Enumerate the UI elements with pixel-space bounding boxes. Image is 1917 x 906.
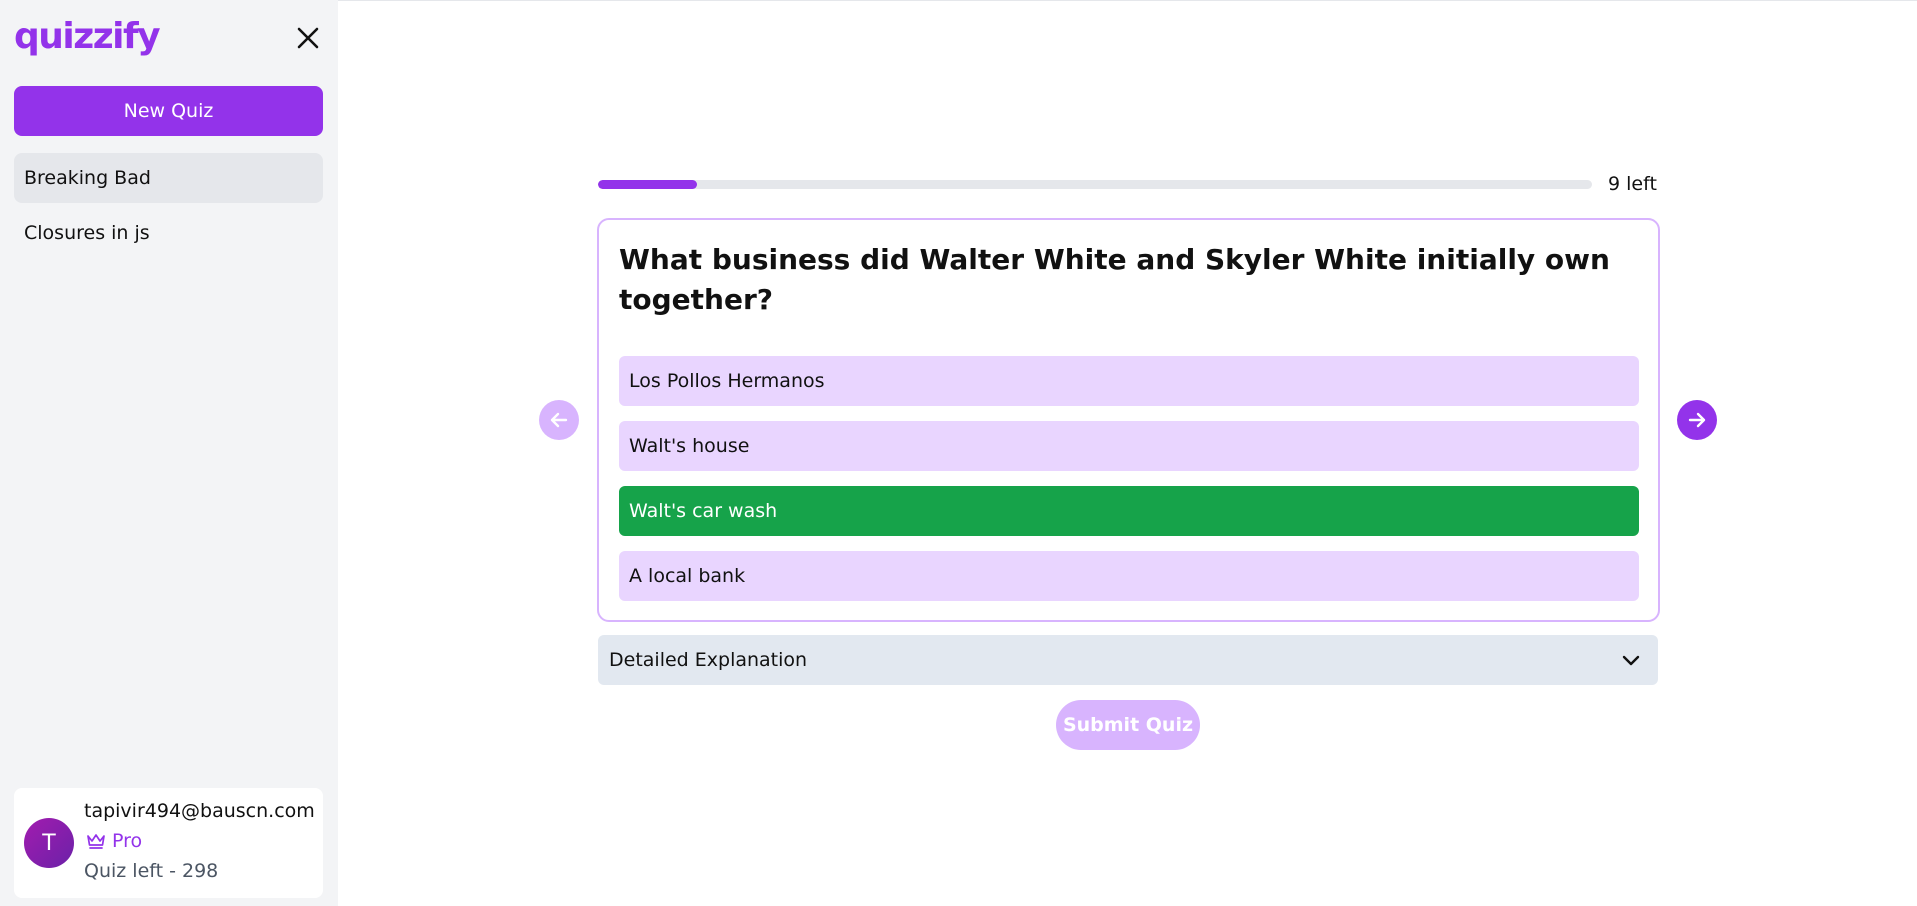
quiz-left-count: Quiz left - 298	[84, 860, 219, 882]
submit-quiz-button[interactable]: Submit Quiz	[1056, 700, 1200, 750]
sidebar-item-breaking-bad[interactable]: Breaking Bad	[14, 153, 323, 203]
sidebar-item-label: Breaking Bad	[24, 167, 151, 189]
sidebar: quizzify New Quiz Breaking Bad Closures …	[0, 0, 338, 906]
sidebar-item-label: Closures in js	[24, 222, 150, 244]
answer-option-label: Los Pollos Hermanos	[629, 370, 825, 392]
crown-icon	[87, 834, 105, 849]
questions-remaining: 9 left	[1608, 173, 1657, 195]
answer-option-label: Walt's car wash	[629, 500, 778, 522]
next-question-button[interactable]	[1677, 400, 1717, 440]
arrow-right-icon	[1688, 412, 1706, 428]
plan-label: Pro	[112, 830, 143, 852]
close-icon	[297, 27, 319, 49]
new-quiz-button[interactable]: New Quiz	[14, 86, 323, 136]
user-card: T tapivir494@bauscn.com Pro Quiz left - …	[14, 788, 323, 898]
answer-option-label: A local bank	[629, 565, 746, 587]
detailed-explanation-toggle[interactable]: Detailed Explanation	[598, 635, 1658, 685]
user-email: tapivir494@bauscn.com	[84, 800, 315, 822]
progress-bar-fill	[598, 180, 698, 189]
progress-bar	[598, 180, 1592, 189]
close-sidebar-button[interactable]	[294, 24, 322, 52]
sidebar-item-closures-in-js[interactable]: Closures in js	[14, 208, 323, 258]
app-logo: quizzify	[14, 16, 161, 57]
answer-option[interactable]: Los Pollos Hermanos	[619, 356, 1639, 406]
avatar[interactable]: T	[24, 818, 74, 868]
plan-badge: Pro	[86, 830, 142, 852]
answer-option-correct[interactable]: Walt's car wash	[619, 486, 1639, 536]
answer-option[interactable]: A local bank	[619, 551, 1639, 601]
chevron-down-icon	[1622, 655, 1640, 666]
arrow-left-icon	[550, 412, 568, 428]
answer-option[interactable]: Walt's house	[619, 421, 1639, 471]
detailed-explanation-label: Detailed Explanation	[609, 649, 808, 671]
question-card: What business did Walter White and Skyle…	[597, 218, 1660, 622]
question-text: What business did Walter White and Skyle…	[619, 243, 1610, 316]
previous-question-button[interactable]	[539, 400, 579, 440]
answer-option-label: Walt's house	[629, 435, 750, 457]
